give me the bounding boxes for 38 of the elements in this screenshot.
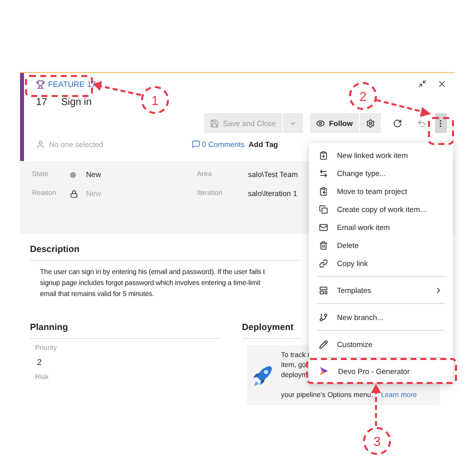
menu-item-icon	[319, 186, 328, 196]
settings-button[interactable]	[360, 113, 381, 133]
menu-item-icon	[319, 204, 328, 214]
settings-icon	[366, 118, 375, 128]
annotation-arrow	[376, 99, 431, 117]
work-item-id: 17	[36, 97, 48, 108]
step-number-badge: 2	[349, 82, 377, 110]
section-heading: Description	[30, 244, 300, 261]
rocket-icon	[253, 365, 273, 387]
work-item-title[interactable]: Sign in	[61, 97, 92, 108]
menu-item-icon	[319, 168, 328, 178]
annotation-arrow	[371, 384, 381, 426]
step-number-badge: 1	[141, 86, 169, 114]
collapse-icon[interactable]	[418, 79, 427, 88]
section-heading: Planning	[30, 322, 220, 339]
comment-icon	[192, 140, 200, 148]
menu-item-icon	[319, 258, 328, 268]
menu-item-icon	[319, 150, 328, 160]
lock-icon	[70, 190, 78, 198]
menu-item-icon	[319, 312, 328, 322]
save-icon	[210, 118, 219, 128]
close-icon[interactable]	[437, 79, 447, 89]
refresh-icon	[392, 118, 402, 128]
person-icon	[36, 140, 45, 148]
section-heading: Deployment	[242, 322, 302, 339]
menu-item-icon	[319, 340, 328, 348]
menu-item-icon	[319, 286, 328, 294]
eye-icon	[316, 118, 325, 128]
status-dot	[70, 172, 76, 178]
logo-icon	[319, 366, 329, 376]
field-value[interactable]: 2	[37, 357, 242, 367]
trophy-icon	[36, 80, 45, 88]
undo-icon	[416, 118, 426, 128]
menu-item-icon	[319, 240, 328, 250]
annotation-box	[428, 117, 454, 145]
menu-item-icon	[319, 222, 328, 232]
step-number-badge: 3	[363, 427, 391, 455]
more-actions-button[interactable]	[434, 113, 447, 133]
